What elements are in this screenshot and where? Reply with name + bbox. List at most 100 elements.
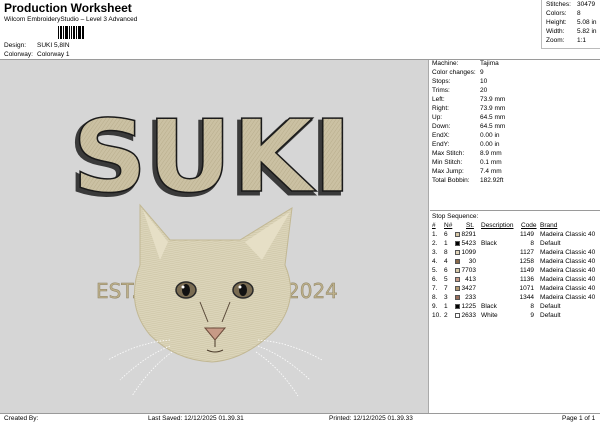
info-row: EndY: 0.00 in (432, 141, 500, 148)
color-swatch (455, 259, 460, 264)
info-row: Down: 64.5 mm (432, 123, 506, 130)
row-stitches: 233 (465, 294, 476, 301)
color-swatch (455, 241, 460, 246)
table-row[interactable]: 7. 7 3427 1071 Madeira Classic 40 (432, 285, 600, 294)
design-canvas[interactable]: SUKI SUKI EST. 2024 (0, 60, 429, 414)
table-row[interactable]: 6. 5 413 1136 Madeira Classic 40 (432, 276, 600, 285)
table-row[interactable]: 2. 1 5423 Black 8 Default (432, 240, 600, 249)
info-row: Max Jump: 7.4 mm (432, 168, 502, 175)
row-stitches: 3427 (461, 285, 476, 292)
row-stitches: 2633 (461, 312, 476, 319)
color-swatch (455, 277, 460, 282)
colorway-row: Colorway: Colorway 1 (4, 51, 70, 58)
info-row: Right: 73.9 mm (432, 105, 506, 112)
color-swatch (455, 295, 460, 300)
est-text: EST. (96, 279, 138, 303)
row-code: 9 (530, 312, 534, 319)
stat-zoom: Zoom: 1:1 (546, 37, 587, 44)
info-row: Left: 73.9 mm (432, 96, 506, 103)
row-code: 1136 (520, 276, 534, 283)
stop-sequence-header: # N# St. Description Code Brand (432, 222, 600, 231)
info-row: Machine: Tajima (432, 60, 499, 67)
created-by: Created By: (4, 415, 39, 422)
info-row: EndX: 0.00 in (432, 132, 500, 139)
table-row[interactable]: 1. 6 8291 1149 Madeira Classic 40 (432, 231, 600, 240)
row-code: 8 (530, 303, 534, 310)
row-stitches: 7703 (461, 267, 476, 274)
design-label: Design: (4, 42, 27, 49)
stat-width: Width: 5.82 in (546, 28, 597, 35)
color-swatch (455, 313, 460, 318)
table-row[interactable]: 9. 1 1225 Black 8 Default (432, 303, 600, 312)
row-num: 8. (432, 294, 438, 301)
printed-date: Printed: 12/12/2025 01.39.33 (329, 415, 413, 422)
row-needle: 7 (444, 285, 448, 292)
col-stitches: St. (466, 222, 474, 229)
col-brand: Brand (540, 222, 558, 229)
table-row[interactable]: 3. 8 1099 1127 Madeira Classic 40 (432, 249, 600, 258)
row-stitches: 413 (465, 276, 476, 283)
info-divider (430, 210, 600, 211)
info-row: Trims: 20 (432, 87, 488, 94)
stat-stitches: Stitches: 30479 (546, 1, 596, 8)
barcode-icon (58, 26, 84, 39)
row-needle: 1 (444, 240, 448, 247)
row-brand: Madeira Classic 40 (540, 285, 596, 292)
row-stitches: 5423 (461, 240, 476, 247)
col-description: Description (481, 222, 514, 229)
row-num: 1. (432, 231, 438, 238)
table-row[interactable]: 5. 6 7703 1149 Madeira Classic 40 (432, 267, 600, 276)
stats-box: Stitches: 30479 Colors: 8 Height: 5.08 in W… (541, 0, 600, 49)
suki-lettering: SUKI SUKI (68, 97, 353, 219)
row-brand: Madeira Classic 40 (540, 267, 596, 274)
table-row[interactable]: 4. 4 30 1258 Madeira Classic 40 (432, 258, 600, 267)
row-num: 4. (432, 258, 438, 265)
year-text: 2024 (287, 279, 338, 303)
stat-height: Height: 5.08 in (546, 19, 597, 26)
table-row[interactable]: 8. 3 233 1344 Madeira Classic 40 (432, 294, 600, 303)
row-needle: 5 (444, 276, 448, 283)
row-brand: Madeira Classic 40 (540, 294, 596, 301)
info-row: Total Bobbin: 182.92ft (432, 177, 504, 184)
row-code: 1149 (520, 231, 534, 238)
row-num: 5. (432, 267, 438, 274)
row-num: 10. (432, 312, 442, 319)
info-row: Up: 64.5 mm (432, 114, 506, 121)
row-num: 2. (432, 240, 438, 247)
design-row: Design: SUKI 5,8IN (4, 42, 70, 49)
row-num: 3. (432, 249, 438, 256)
col-code: Code (521, 222, 537, 229)
row-needle: 2 (444, 312, 448, 319)
design-value: SUKI 5,8IN (37, 42, 70, 49)
software-name: Wilcom EmbroideryStudio – Level 3 Advanc… (4, 16, 138, 23)
row-brand: Madeira Classic 40 (540, 276, 596, 283)
colorway-label: Colorway: (4, 51, 33, 58)
row-brand: Default (540, 240, 561, 247)
cat-face (107, 203, 323, 397)
stop-sequence-heading: Stop Sequence: (432, 213, 479, 220)
info-row: Stops: 10 (432, 78, 488, 85)
row-needle: 3 (444, 294, 448, 301)
row-code: 1149 (520, 267, 534, 274)
row-needle: 8 (444, 249, 448, 256)
row-description: Black (481, 303, 497, 310)
table-row[interactable]: 10. 2 2633 White 9 Default (432, 312, 600, 321)
color-swatch (455, 232, 460, 237)
row-stitches: 30 (468, 258, 476, 265)
last-saved: Last Saved: 12/12/2025 01.39.31 (148, 415, 244, 422)
info-row: Color changes: 9 (432, 69, 484, 76)
row-num: 9. (432, 303, 438, 310)
row-needle: 1 (444, 303, 448, 310)
suki-text: SUKI (72, 98, 352, 215)
row-brand: Madeira Classic 40 (540, 258, 596, 265)
row-brand: Madeira Classic 40 (540, 231, 596, 238)
color-swatch (455, 268, 460, 273)
stat-colors: Colors: 8 (546, 10, 581, 17)
row-description: White (481, 312, 498, 319)
worksheet-title: Production Worksheet (4, 1, 132, 15)
color-swatch (455, 304, 460, 309)
row-stitches: 8291 (461, 231, 476, 238)
col-num: # (432, 222, 436, 229)
row-code: 8 (530, 240, 534, 247)
color-swatch (455, 286, 460, 291)
